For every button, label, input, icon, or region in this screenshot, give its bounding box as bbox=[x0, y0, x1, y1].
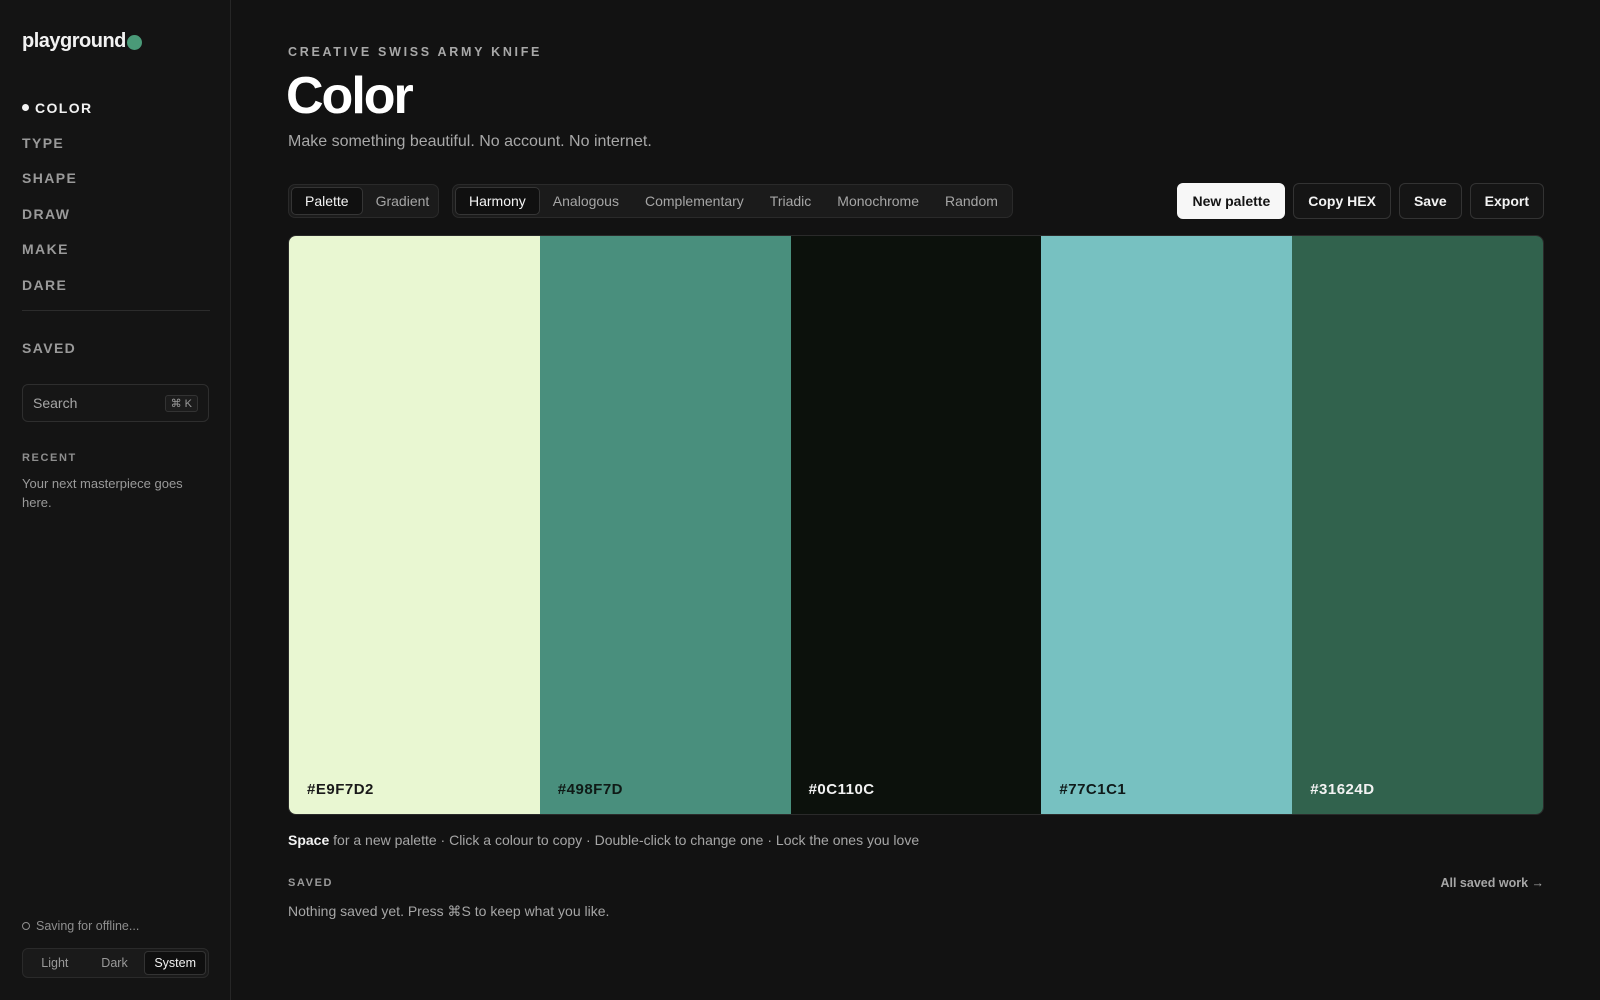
active-bullet-icon bbox=[22, 104, 29, 112]
nav-item-label: DRAW bbox=[22, 205, 71, 222]
logo[interactable]: playground bbox=[22, 30, 142, 53]
recent-heading: RECENT bbox=[22, 452, 77, 464]
recent-empty-text: Your next masterpiece goes here. bbox=[22, 476, 183, 510]
nav-item-label: MAKE bbox=[22, 241, 69, 258]
main-nav: COLOR TYPE SHAPE DRAW MAKE DARE bbox=[22, 90, 210, 302]
tab-monochrome[interactable]: Monochrome bbox=[824, 187, 932, 215]
page-title: Color bbox=[286, 67, 414, 125]
export-button[interactable]: Export bbox=[1469, 183, 1544, 219]
color-swatch[interactable]: #31624D bbox=[1292, 236, 1543, 814]
nav-item-label: SAVED bbox=[22, 339, 77, 356]
offline-status-text: Saving for offline... bbox=[36, 919, 140, 933]
harmony-tabs: Harmony Analogous Complementary Triadic … bbox=[452, 184, 1013, 218]
color-swatch[interactable]: #E9F7D2 bbox=[289, 236, 540, 814]
new-palette-button[interactable]: New palette bbox=[1177, 183, 1286, 219]
tab-random[interactable]: Random bbox=[932, 187, 1011, 215]
copy-hex-button[interactable]: Copy HEX bbox=[1293, 183, 1391, 219]
logo-text: playground bbox=[22, 30, 126, 52]
tab-palette[interactable]: Palette bbox=[291, 187, 363, 215]
all-saved-work-link[interactable]: All saved work → bbox=[1440, 876, 1544, 890]
theme-system-option[interactable]: System bbox=[144, 951, 207, 975]
tab-complementary[interactable]: Complementary bbox=[632, 187, 757, 215]
nav-item-label: SHAPE bbox=[22, 170, 78, 187]
nav-item-draw[interactable]: DRAW bbox=[22, 196, 210, 231]
tab-harmony[interactable]: Harmony bbox=[455, 187, 540, 215]
offline-status: Saving for offline... bbox=[22, 919, 139, 933]
action-toolbar: New palette Copy HEX Save Export bbox=[1177, 183, 1544, 219]
page-subtitle: Make something beautiful. No account. No… bbox=[288, 133, 652, 150]
swatch-hex-label: #E9F7D2 bbox=[307, 781, 374, 798]
swatch-hex-label: #31624D bbox=[1310, 781, 1375, 798]
nav-item-label: DARE bbox=[22, 276, 68, 293]
search-shortcut-badge: ⌘ K bbox=[164, 394, 198, 412]
theme-light-option[interactable]: Light bbox=[25, 951, 85, 975]
search-placeholder: Search bbox=[33, 395, 78, 411]
sidebar: playground COLOR TYPE SHAPE DRAW MAKE DA… bbox=[0, 0, 231, 1000]
nav-item-saved[interactable]: SAVED bbox=[22, 330, 76, 365]
nav-item-make[interactable]: MAKE bbox=[22, 232, 210, 267]
nav-item-dare[interactable]: DARE bbox=[22, 267, 210, 302]
nav-item-label: COLOR bbox=[35, 99, 93, 116]
saved-empty-text: Nothing saved yet. Press ⌘S to keep what… bbox=[288, 903, 610, 919]
color-swatch[interactable]: #0C110C bbox=[790, 236, 1042, 814]
nav-item-color[interactable]: COLOR bbox=[22, 90, 210, 125]
keyboard-hint: Space for a new palette · Click a colour… bbox=[288, 832, 919, 848]
nav-item-label: TYPE bbox=[22, 135, 65, 152]
theme-dark-option[interactable]: Dark bbox=[85, 951, 145, 975]
swatch-hex-label: #77C1C1 bbox=[1059, 781, 1127, 798]
swatch-hex-label: #0C110C bbox=[808, 781, 875, 798]
tab-analogous[interactable]: Analogous bbox=[540, 187, 632, 215]
nav-item-type[interactable]: TYPE bbox=[22, 125, 210, 160]
nav-item-shape[interactable]: SHAPE bbox=[22, 161, 210, 196]
color-swatch[interactable]: #77C1C1 bbox=[1041, 236, 1293, 814]
hint-key: Space bbox=[288, 832, 330, 848]
hint-text: for a new palette · Click a colour to co… bbox=[329, 832, 920, 848]
logo-dot-icon bbox=[126, 35, 142, 50]
tab-triadic[interactable]: Triadic bbox=[757, 187, 825, 215]
color-swatch[interactable]: #498F7D bbox=[539, 236, 791, 814]
nav-divider bbox=[22, 310, 210, 311]
theme-switcher: Light Dark System bbox=[22, 948, 209, 978]
mode-tabs: Palette Gradient bbox=[288, 184, 439, 218]
saved-heading: SAVED bbox=[288, 877, 334, 889]
status-ring-icon bbox=[22, 922, 30, 930]
search-input[interactable]: Search ⌘ K bbox=[22, 384, 209, 422]
tab-gradient[interactable]: Gradient bbox=[363, 187, 443, 215]
palette: #E9F7D2 #498F7D #0C110C #77C1C1 #31624D bbox=[288, 235, 1544, 815]
swatch-hex-label: #498F7D bbox=[557, 781, 624, 798]
save-button[interactable]: Save bbox=[1398, 183, 1462, 219]
page-eyebrow: CREATIVE SWISS ARMY KNIFE bbox=[288, 45, 543, 59]
